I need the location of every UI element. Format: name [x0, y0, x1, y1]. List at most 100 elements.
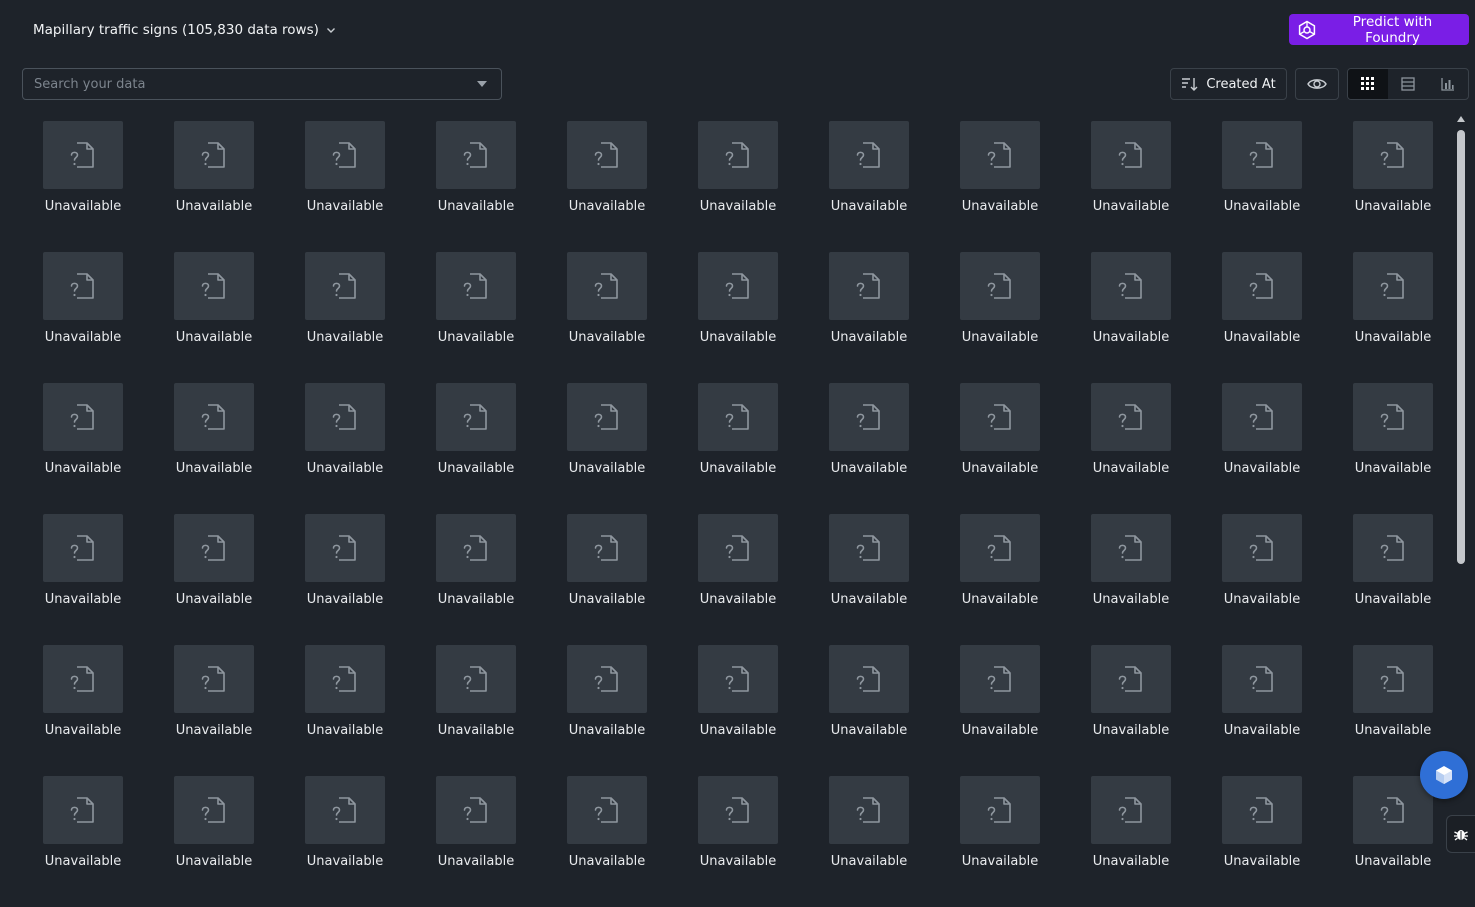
grid-item-thumbnail[interactable]: [960, 252, 1040, 320]
grid-item[interactable]: Unavailable: [787, 252, 918, 383]
grid-item-thumbnail[interactable]: [436, 776, 516, 844]
grid-item-thumbnail[interactable]: [43, 514, 123, 582]
grid-item[interactable]: Unavailable: [263, 514, 394, 645]
grid-item-thumbnail[interactable]: [829, 383, 909, 451]
scrollbar[interactable]: [1453, 110, 1469, 862]
grid-item[interactable]: Unavailable: [656, 121, 787, 252]
grid-item-thumbnail[interactable]: [829, 514, 909, 582]
grid-item[interactable]: Unavailable: [394, 776, 525, 907]
grid-item-thumbnail[interactable]: [829, 252, 909, 320]
help-widget-button[interactable]: [1420, 751, 1468, 799]
chart-view-button[interactable]: [1428, 69, 1468, 99]
grid-item-thumbnail[interactable]: [174, 383, 254, 451]
grid-item-thumbnail[interactable]: [305, 383, 385, 451]
grid-item-thumbnail[interactable]: [436, 514, 516, 582]
grid-item-thumbnail[interactable]: [567, 514, 647, 582]
grid-item[interactable]: Unavailable: [918, 645, 1049, 776]
grid-item[interactable]: Unavailable: [132, 383, 263, 514]
grid-item[interactable]: Unavailable: [525, 514, 656, 645]
list-view-button[interactable]: [1388, 69, 1428, 99]
grid-item-thumbnail[interactable]: [436, 645, 516, 713]
grid-item-thumbnail[interactable]: [174, 514, 254, 582]
grid-item[interactable]: Unavailable: [394, 121, 525, 252]
grid-item[interactable]: Unavailable: [394, 514, 525, 645]
grid-item-thumbnail[interactable]: [567, 252, 647, 320]
grid-item-thumbnail[interactable]: [305, 776, 385, 844]
grid-item[interactable]: Unavailable: [918, 776, 1049, 907]
grid-item-thumbnail[interactable]: [43, 645, 123, 713]
grid-item[interactable]: Unavailable: [525, 383, 656, 514]
grid-item-thumbnail[interactable]: [829, 776, 909, 844]
grid-item[interactable]: Unavailable: [1180, 121, 1311, 252]
grid-item-thumbnail[interactable]: [960, 514, 1040, 582]
grid-view-button[interactable]: [1348, 69, 1388, 99]
grid-item[interactable]: Unavailable: [1049, 383, 1180, 514]
grid-item-thumbnail[interactable]: [305, 645, 385, 713]
grid-item-thumbnail[interactable]: [43, 383, 123, 451]
predict-with-foundry-button[interactable]: Predict with Foundry: [1289, 14, 1469, 46]
grid-item[interactable]: Unavailable: [132, 645, 263, 776]
search-input[interactable]: [23, 68, 477, 100]
grid-item-thumbnail[interactable]: [567, 121, 647, 189]
grid-item[interactable]: Unavailable: [1311, 121, 1442, 252]
grid-item-thumbnail[interactable]: [305, 252, 385, 320]
grid-item-thumbnail[interactable]: [174, 252, 254, 320]
grid-item-thumbnail[interactable]: [1091, 645, 1171, 713]
grid-item-thumbnail[interactable]: [1222, 514, 1302, 582]
grid-item-thumbnail[interactable]: [174, 645, 254, 713]
grid-item[interactable]: Unavailable: [787, 645, 918, 776]
grid-item-thumbnail[interactable]: [698, 645, 778, 713]
grid-item-thumbnail[interactable]: [1091, 252, 1171, 320]
grid-item[interactable]: Unavailable: [525, 645, 656, 776]
grid-item-thumbnail[interactable]: [698, 252, 778, 320]
grid-item[interactable]: Unavailable: [1, 514, 132, 645]
grid-item-thumbnail[interactable]: [305, 514, 385, 582]
grid-item[interactable]: Unavailable: [132, 514, 263, 645]
grid-item-thumbnail[interactable]: [1353, 776, 1433, 844]
grid-item-thumbnail[interactable]: [1091, 776, 1171, 844]
grid-item-thumbnail[interactable]: [1091, 383, 1171, 451]
grid-item[interactable]: Unavailable: [263, 776, 394, 907]
grid-item-thumbnail[interactable]: [43, 121, 123, 189]
dataset-title-dropdown[interactable]: Mapillary traffic signs (105,830 data ro…: [33, 20, 337, 40]
scrollbar-thumb[interactable]: [1457, 130, 1465, 564]
grid-item-thumbnail[interactable]: [1353, 121, 1433, 189]
bug-report-button[interactable]: [1446, 815, 1475, 853]
grid-item-thumbnail[interactable]: [1222, 252, 1302, 320]
grid-item-thumbnail[interactable]: [960, 645, 1040, 713]
grid-item[interactable]: Unavailable: [1, 383, 132, 514]
grid-item-thumbnail[interactable]: [1091, 514, 1171, 582]
grid-item-thumbnail[interactable]: [960, 383, 1040, 451]
grid-item-thumbnail[interactable]: [1353, 514, 1433, 582]
grid-item[interactable]: Unavailable: [787, 514, 918, 645]
grid-item[interactable]: Unavailable: [1049, 121, 1180, 252]
grid-item[interactable]: Unavailable: [394, 383, 525, 514]
grid-item[interactable]: Unavailable: [263, 645, 394, 776]
grid-item-thumbnail[interactable]: [1091, 121, 1171, 189]
grid-item[interactable]: Unavailable: [1, 776, 132, 907]
grid-item-thumbnail[interactable]: [305, 121, 385, 189]
grid-item[interactable]: Unavailable: [263, 121, 394, 252]
grid-item-thumbnail[interactable]: [436, 121, 516, 189]
grid-item[interactable]: Unavailable: [918, 383, 1049, 514]
grid-item[interactable]: Unavailable: [918, 252, 1049, 383]
grid-item[interactable]: Unavailable: [656, 383, 787, 514]
grid-item-thumbnail[interactable]: [174, 121, 254, 189]
grid-item[interactable]: Unavailable: [394, 645, 525, 776]
grid-item-thumbnail[interactable]: [1222, 776, 1302, 844]
grid-item[interactable]: Unavailable: [1311, 514, 1442, 645]
visibility-toggle-button[interactable]: [1295, 68, 1339, 100]
grid-item[interactable]: Unavailable: [1180, 252, 1311, 383]
grid-item[interactable]: Unavailable: [1311, 645, 1442, 776]
grid-item[interactable]: Unavailable: [263, 383, 394, 514]
grid-item[interactable]: Unavailable: [1180, 383, 1311, 514]
grid-item-thumbnail[interactable]: [829, 645, 909, 713]
grid-item[interactable]: Unavailable: [525, 121, 656, 252]
grid-item-thumbnail[interactable]: [436, 252, 516, 320]
grid-item[interactable]: Unavailable: [787, 121, 918, 252]
grid-item[interactable]: Unavailable: [918, 121, 1049, 252]
grid-item[interactable]: Unavailable: [1180, 514, 1311, 645]
grid-item[interactable]: Unavailable: [525, 252, 656, 383]
sort-created-at-button[interactable]: Created At: [1170, 68, 1287, 100]
grid-item[interactable]: Unavailable: [787, 383, 918, 514]
